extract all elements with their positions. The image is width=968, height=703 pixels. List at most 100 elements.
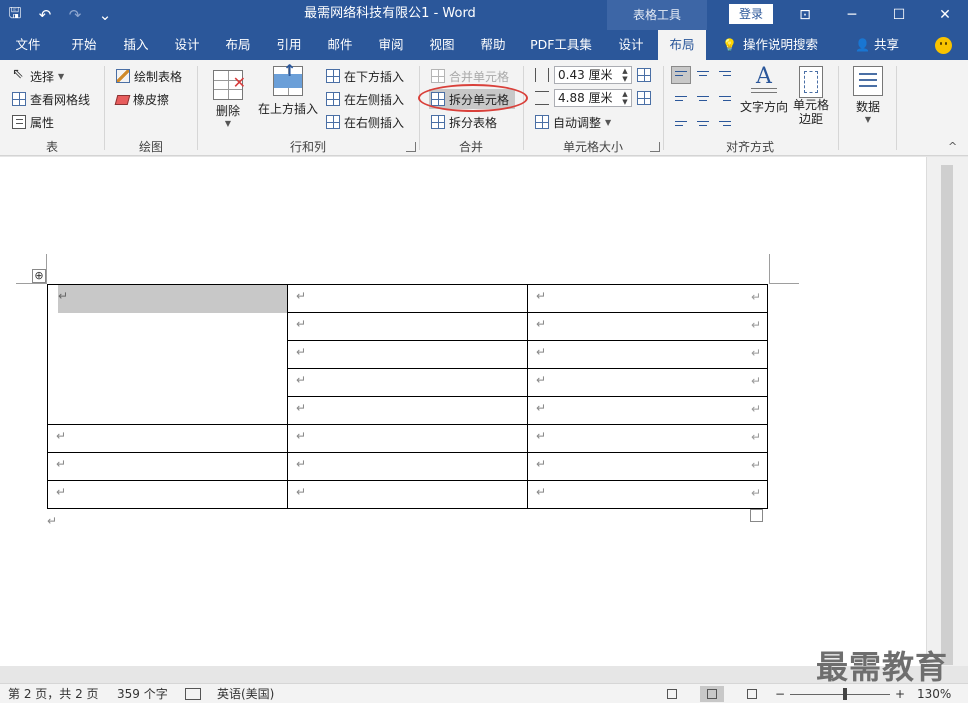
save-icon[interactable]: 🖫: [0, 0, 30, 30]
table-cell[interactable]: ↵: [527, 340, 768, 369]
delete-button[interactable]: 删除 ▼: [206, 70, 250, 128]
tab-insert[interactable]: 插入: [112, 30, 160, 60]
merge-cells-button[interactable]: 合并单元格: [431, 66, 509, 86]
align-bottom-left-icon[interactable]: [671, 112, 691, 130]
table-cell[interactable]: ↵: [287, 480, 528, 509]
zoom-level[interactable]: 130%: [917, 686, 951, 702]
table-cell[interactable]: ↵: [47, 424, 288, 453]
zoom-in-button[interactable]: +: [895, 686, 905, 702]
undo-icon[interactable]: ↶: [30, 0, 60, 30]
close-icon[interactable]: ✕: [922, 0, 968, 30]
minimize-icon[interactable]: ─: [829, 0, 875, 30]
web-layout-icon[interactable]: [740, 686, 764, 702]
tell-me-search[interactable]: 💡 操作说明搜索: [722, 30, 818, 60]
distribute-rows-icon[interactable]: [637, 68, 651, 82]
insert-above-button[interactable]: 在上方插入: [256, 61, 320, 117]
tab-table-layout[interactable]: 布局: [658, 30, 706, 60]
share-button[interactable]: 👤 共享: [855, 30, 899, 60]
insert-below-button[interactable]: 在下方插入: [326, 66, 404, 86]
cell-margins-button[interactable]: 单元格 边距: [790, 66, 832, 126]
table-cell[interactable]: ↵: [527, 424, 768, 453]
customize-qat-icon[interactable]: ⌄: [90, 0, 120, 30]
table-cell[interactable]: ↵: [527, 452, 768, 481]
table-cell[interactable]: ↵: [527, 480, 768, 509]
collapse-ribbon-icon[interactable]: ^: [948, 140, 957, 153]
tab-references[interactable]: 引用: [265, 30, 313, 60]
align-top-left-icon[interactable]: [671, 66, 691, 84]
column-width-input[interactable]: 4.88 厘米 ▲ ▼: [554, 89, 632, 107]
distribute-columns-icon[interactable]: [637, 91, 651, 105]
table-resize-handle-icon[interactable]: [750, 509, 763, 522]
table-cell[interactable]: ↵: [527, 284, 768, 313]
row-end-mark: ↵: [751, 486, 762, 500]
table-cell[interactable]: ↵: [287, 424, 528, 453]
tab-review[interactable]: 审阅: [367, 30, 415, 60]
table-cell[interactable]: ↵: [287, 312, 528, 341]
align-top-center-icon[interactable]: [693, 66, 713, 84]
text-direction-button[interactable]: 文字方向: [738, 64, 790, 115]
table-move-handle-icon[interactable]: ⊕: [32, 269, 46, 283]
table-cell[interactable]: ↵: [287, 284, 528, 313]
feedback-smiley-icon[interactable]: [935, 37, 952, 54]
table-cell-merged[interactable]: ↵: [47, 284, 288, 425]
cell-size-launcher-icon[interactable]: [650, 142, 660, 152]
table-cell[interactable]: ↵: [527, 396, 768, 425]
table-cell[interactable]: ↵: [527, 312, 768, 341]
table-cell[interactable]: ↵: [527, 368, 768, 397]
page-count[interactable]: 第 2 页，共 2 页: [8, 686, 99, 702]
view-gridlines-button[interactable]: 查看网格线: [12, 89, 90, 109]
language-indicator[interactable]: 英语(美国): [217, 686, 274, 702]
tab-layout[interactable]: 布局: [214, 30, 262, 60]
watermark-logo: 最需教育: [816, 648, 949, 686]
autofit-button[interactable]: 自动调整 ▼: [535, 112, 611, 132]
scrollbar-thumb[interactable]: [941, 165, 953, 665]
tab-home[interactable]: 开始: [60, 30, 108, 60]
spin-arrows-icon[interactable]: ▲ ▼: [619, 90, 631, 106]
zoom-slider-track[interactable]: [790, 694, 890, 695]
tab-design[interactable]: 设计: [163, 30, 211, 60]
eraser-icon: [114, 95, 131, 105]
login-button[interactable]: 登录: [729, 4, 773, 24]
table-cell[interactable]: ↵: [287, 396, 528, 425]
draw-table-button[interactable]: 绘制表格: [116, 66, 182, 86]
eraser-button[interactable]: 橡皮擦: [114, 89, 169, 109]
align-middle-right-icon[interactable]: [715, 89, 735, 107]
vertical-scrollbar[interactable]: [926, 157, 968, 666]
align-top-right-icon[interactable]: [715, 66, 735, 84]
insert-right-button[interactable]: 在右侧插入: [326, 112, 404, 132]
zoom-slider-thumb[interactable]: [843, 688, 847, 700]
table-cell[interactable]: ↵: [47, 452, 288, 481]
align-middle-left-icon[interactable]: [671, 89, 691, 107]
table-cell[interactable]: ↵: [287, 340, 528, 369]
ribbon-display-options-icon[interactable]: ⊡: [782, 0, 828, 30]
proofing-icon[interactable]: [185, 688, 201, 700]
properties-button[interactable]: 属性: [12, 112, 54, 132]
table-cell[interactable]: ↵: [287, 452, 528, 481]
tab-table-design[interactable]: 设计: [607, 30, 655, 60]
insert-left-button[interactable]: 在左侧插入: [326, 89, 404, 109]
print-layout-icon[interactable]: [700, 686, 724, 702]
maximize-icon[interactable]: ☐: [876, 0, 922, 30]
spin-arrows-icon[interactable]: ▲ ▼: [619, 67, 631, 83]
redo-icon[interactable]: ↷: [60, 0, 90, 30]
split-table-button[interactable]: 拆分表格: [431, 112, 497, 132]
select-button[interactable]: 选择 ▼: [12, 66, 64, 86]
draw-table-label: 绘制表格: [134, 69, 183, 84]
table-cell[interactable]: ↵: [47, 480, 288, 509]
tab-file[interactable]: 文件: [4, 30, 52, 60]
align-bottom-right-icon[interactable]: [715, 112, 735, 130]
tab-help[interactable]: 帮助: [469, 30, 517, 60]
table-cell[interactable]: ↵: [287, 368, 528, 397]
tab-pdf-tools[interactable]: PDF工具集: [522, 30, 600, 60]
tab-view[interactable]: 视图: [418, 30, 466, 60]
insert-above-label: 在上方插入: [257, 102, 318, 116]
zoom-out-button[interactable]: −: [775, 686, 785, 702]
data-button[interactable]: 数据 ▼: [848, 66, 888, 124]
align-middle-center-icon[interactable]: [693, 89, 713, 107]
word-count[interactable]: 359 个字: [117, 686, 168, 702]
read-mode-icon[interactable]: [660, 686, 684, 702]
align-bottom-center-icon[interactable]: [693, 112, 713, 130]
row-height-input[interactable]: 0.43 厘米 ▲ ▼: [554, 66, 632, 84]
tab-mailings[interactable]: 邮件: [316, 30, 364, 60]
rows-columns-launcher-icon[interactable]: [406, 142, 416, 152]
